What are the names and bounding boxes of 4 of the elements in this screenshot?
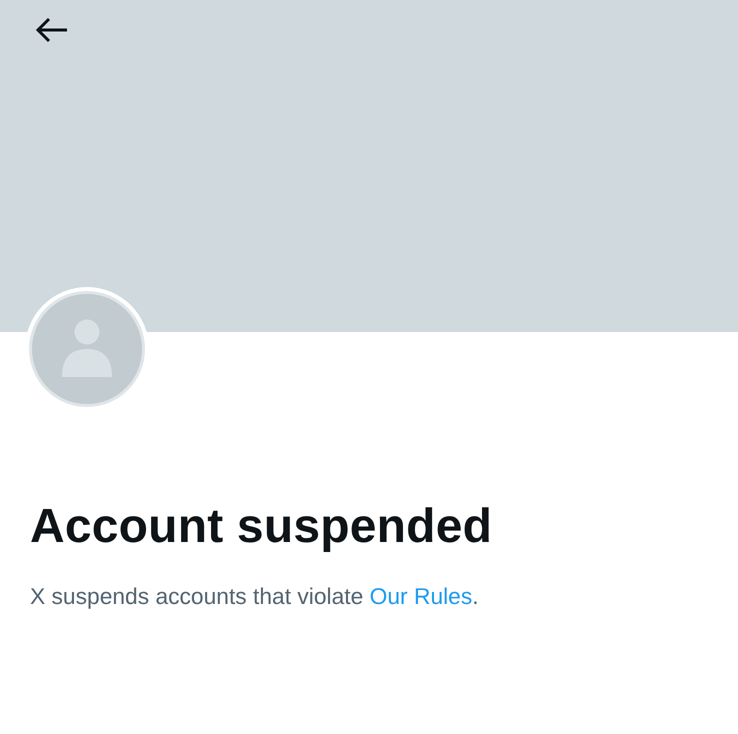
account-suspended-title: Account suspended: [30, 499, 494, 555]
back-arrow-icon: [36, 17, 68, 43]
suspension-message: X suspends accounts that violate Our Rules.: [30, 582, 480, 611]
our-rules-link[interactable]: Our Rules: [370, 583, 472, 609]
